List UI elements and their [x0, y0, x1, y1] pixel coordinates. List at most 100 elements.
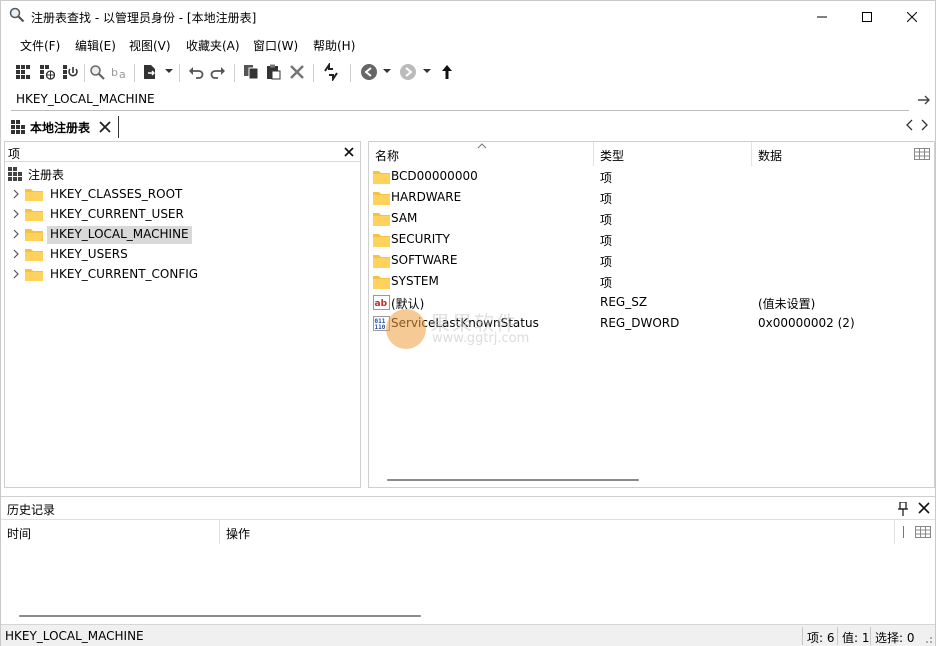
list-row[interactable]: HARDWARE 项 [369, 187, 934, 208]
status-item-count: 项: 6 [807, 631, 835, 645]
forward-button[interactable] [398, 62, 418, 82]
list-row[interactable]: ab (默认) REG_SZ (值未设置) [369, 292, 934, 313]
tree-node-hkcc[interactable]: HKEY_CURRENT_CONFIG [11, 264, 351, 284]
tab-scroll-left-icon[interactable] [905, 119, 915, 131]
column-header-data[interactable]: 数据 [752, 142, 934, 166]
back-dropdown-icon[interactable] [383, 69, 391, 73]
address-bar[interactable]: HKEY_LOCAL_MACHINE [11, 89, 909, 111]
disconnect-button[interactable] [60, 62, 80, 82]
back-button[interactable] [359, 62, 379, 82]
copy-button[interactable] [241, 62, 261, 82]
find-button[interactable] [87, 62, 107, 82]
list-row[interactable]: BCD00000000 项 [369, 166, 934, 187]
list-row[interactable]: SAM 项 [369, 208, 934, 229]
network-registry-button[interactable] [37, 62, 57, 82]
pin-icon[interactable] [897, 502, 909, 516]
list-cell-name: (默认) [391, 297, 425, 311]
title-bar[interactable]: 注册表查找 - 以管理员身份 - [本地注册表] [1, 1, 935, 32]
tab-close-icon[interactable] [97, 119, 113, 135]
undo-button[interactable] [186, 62, 206, 82]
history-close-icon[interactable] [918, 502, 930, 514]
expand-chevron-icon[interactable] [11, 209, 21, 219]
column-header-name[interactable]: 名称 [369, 142, 594, 166]
resize-grip-icon[interactable] [923, 634, 933, 644]
go-arrow-icon[interactable] [917, 93, 931, 107]
list-row[interactable]: SOFTWARE 项 [369, 250, 934, 271]
tree-node-label: HKEY_CURRENT_CONFIG [50, 267, 199, 281]
tree-root[interactable]: 注册表 [8, 164, 358, 184]
tree-pane-title: 项 [8, 147, 21, 161]
find-icon [90, 65, 105, 80]
history-column-time[interactable]: 时间 [7, 525, 31, 542]
history-column-action[interactable]: 操作 [226, 525, 250, 542]
export-dropdown-icon[interactable] [165, 69, 173, 73]
menu-favorites[interactable]: 收藏夹(A) [186, 37, 240, 54]
status-divider [870, 627, 871, 645]
svg-text:b: b [111, 66, 118, 79]
tree-node-label: HKEY_LOCAL_MACHINE [47, 226, 192, 244]
folder-icon [25, 209, 43, 221]
history-horizontal-scrollbar[interactable] [19, 615, 421, 617]
minimize-button[interactable] [799, 1, 845, 32]
tree-node-hku[interactable]: HKEY_USERS [11, 244, 351, 264]
expand-chevron-icon[interactable] [11, 269, 21, 279]
expand-chevron-icon[interactable] [11, 249, 21, 259]
column-header-label: 类型 [600, 149, 625, 163]
menu-file[interactable]: 文件(F) [20, 37, 60, 54]
list-cell-name: BCD00000000 [391, 169, 478, 183]
window-title: 注册表查找 - 以管理员身份 - [本地注册表] [31, 11, 257, 25]
list-row[interactable]: 011 110 ServiceLastKnownStatus REG_DWORD… [369, 313, 934, 334]
refresh-button[interactable] [321, 62, 341, 82]
registry-grid-icon [8, 167, 22, 181]
toolbar-separator [179, 64, 180, 82]
menu-edit[interactable]: 编辑(E) [75, 37, 116, 54]
list-cell-name: SOFTWARE [391, 253, 458, 267]
tree-node-hkcu[interactable]: HKEY_CURRENT_USER [11, 204, 351, 224]
expand-chevron-icon[interactable] [11, 229, 21, 239]
forward-dropdown-icon[interactable] [423, 69, 431, 73]
folder-open-icon [25, 229, 43, 241]
column-header-label: 数据 [758, 149, 783, 163]
find-replace-button[interactable]: b a [110, 62, 130, 82]
tab-scroll-right-icon[interactable] [919, 119, 929, 131]
list-cell-type: 项 [600, 234, 613, 248]
local-registry-button[interactable] [13, 62, 33, 82]
list-cell-type: 项 [600, 255, 613, 269]
tree-node-hklm[interactable]: HKEY_LOCAL_MACHINE [11, 224, 351, 244]
column-chooser-icon[interactable] [914, 148, 930, 160]
maximize-button[interactable] [844, 1, 890, 32]
menu-window[interactable]: 窗口(W) [253, 37, 298, 54]
status-divider [837, 627, 838, 645]
status-selection-count: 选择: 0 [875, 631, 915, 645]
column-header-type[interactable]: 类型 [594, 142, 752, 166]
forward-icon [400, 64, 416, 80]
local-registry-icon [16, 65, 30, 79]
paste-icon [267, 64, 281, 80]
paste-button[interactable] [263, 62, 283, 82]
list-cell-type: REG_DWORD [600, 316, 680, 330]
expand-chevron-icon[interactable] [11, 189, 21, 199]
menu-help[interactable]: 帮助(H) [313, 37, 355, 54]
tree-pane-close-icon[interactable] [342, 145, 356, 159]
list-row[interactable]: SYSTEM 项 [369, 271, 934, 292]
menu-view[interactable]: 视图(V) [129, 37, 171, 54]
folder-icon [373, 234, 390, 247]
tree-node-hkcr[interactable]: HKEY_CLASSES_ROOT [11, 184, 351, 204]
export-button[interactable] [140, 62, 160, 82]
folder-icon [373, 171, 390, 184]
sort-ascending-icon [477, 143, 487, 149]
list-cell-data: (值未设置) [758, 297, 816, 311]
address-input[interactable]: HKEY_LOCAL_MACHINE [16, 92, 155, 106]
horizontal-scrollbar[interactable] [387, 479, 639, 481]
column-chooser-icon[interactable] [902, 526, 932, 538]
list-cell-name: HARDWARE [391, 190, 462, 204]
redo-button[interactable] [208, 62, 228, 82]
close-button[interactable] [889, 1, 935, 32]
up-button[interactable] [437, 62, 457, 82]
list-cell-name: SYSTEM [391, 274, 439, 288]
tab-local-registry[interactable]: 本地注册表 [7, 116, 119, 138]
list-row[interactable]: SECURITY 项 [369, 229, 934, 250]
string-value-icon: ab [373, 295, 390, 310]
svg-text:ab: ab [375, 299, 388, 309]
delete-button[interactable] [287, 62, 307, 82]
